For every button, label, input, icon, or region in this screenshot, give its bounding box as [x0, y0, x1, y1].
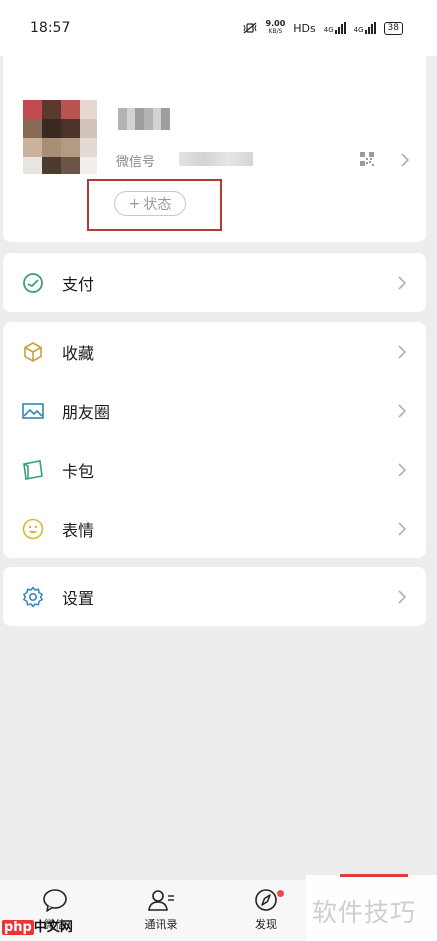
menu-item-label: 设置: [62, 589, 95, 608]
menu-item-label: 朋友圈: [62, 403, 111, 422]
menu-item-label: 支付: [62, 275, 95, 294]
gear-icon: [23, 586, 43, 608]
chat-bubble-icon: [43, 889, 67, 912]
tab-contacts[interactable]: 通讯录: [131, 888, 191, 932]
sticker-smile-icon: [22, 518, 44, 540]
chevron-right-icon: [398, 276, 407, 290]
chevron-right-icon: [401, 153, 410, 167]
site-logo: php 中文网: [2, 920, 73, 935]
signal-sim2: 4G: [354, 22, 376, 34]
signal-bars-icon: [364, 22, 376, 34]
avatar[interactable]: [23, 100, 97, 174]
status-button-label: 状态: [143, 196, 172, 213]
chevron-right-icon: [398, 590, 407, 604]
menu-item-settings[interactable]: 设置: [3, 567, 426, 626]
battery-icon: 38: [383, 21, 403, 35]
compass-icon: [255, 889, 277, 911]
status-icons: 9.00 KB/S HDs 4G 4G 38: [242, 20, 403, 36]
add-status-button[interactable]: + 状态: [114, 191, 186, 216]
moments-picture-icon: [22, 403, 44, 419]
watermark-red-line: [340, 874, 408, 877]
tab-discover[interactable]: 发现: [236, 888, 296, 932]
menu-item-label: 表情: [62, 521, 95, 540]
menu-item-pay[interactable]: 支付: [3, 253, 426, 312]
chevron-right-icon: [398, 404, 407, 418]
chevron-right-icon: [398, 522, 407, 536]
status-bar: 18:57 9.00 KB/S HDs 4G 4G 38: [0, 0, 437, 56]
qr-code-icon[interactable]: [360, 152, 374, 166]
features-card: 收藏 朋友圈 卡包 表情: [3, 322, 426, 558]
menu-item-cards[interactable]: 卡包: [3, 440, 426, 499]
vibrate-mute-icon: [243, 22, 257, 34]
contacts-icon: [148, 890, 174, 911]
menu-item-stickers[interactable]: 表情: [3, 499, 426, 558]
menu-item-label: 收藏: [62, 344, 95, 363]
chevron-right-icon: [398, 463, 407, 477]
profile-card[interactable]: 微信号 + 状态: [3, 56, 426, 242]
tab-label: 通讯录: [144, 918, 178, 931]
nickname-blurred: [118, 108, 170, 130]
watermark-text: 软件技巧: [312, 898, 417, 927]
network-speed: 9.00 KB/S: [265, 19, 286, 36]
favorites-cube-icon: [24, 342, 42, 362]
plus-icon: +: [128, 195, 141, 212]
menu-item-label: 卡包: [62, 462, 95, 481]
wechat-id-label: 微信号: [116, 155, 156, 170]
status-time: 18:57: [30, 20, 71, 36]
chevron-right-icon: [398, 345, 407, 359]
settings-card: 设置: [3, 567, 426, 626]
tab-label: 发现: [255, 918, 277, 931]
notification-dot: [277, 890, 284, 897]
menu-item-moments[interactable]: 朋友圈: [3, 381, 426, 440]
menu-item-favorites[interactable]: 收藏: [3, 322, 426, 381]
hd-indicator: HDs: [293, 21, 316, 35]
signal-bars-icon: [334, 22, 346, 34]
signal-sim1: 4G: [324, 22, 346, 34]
wechat-id-blurred: [179, 152, 253, 166]
card-wallet-icon: [23, 460, 43, 480]
pay-card: 支付: [3, 253, 426, 312]
pay-icon: [23, 273, 43, 293]
